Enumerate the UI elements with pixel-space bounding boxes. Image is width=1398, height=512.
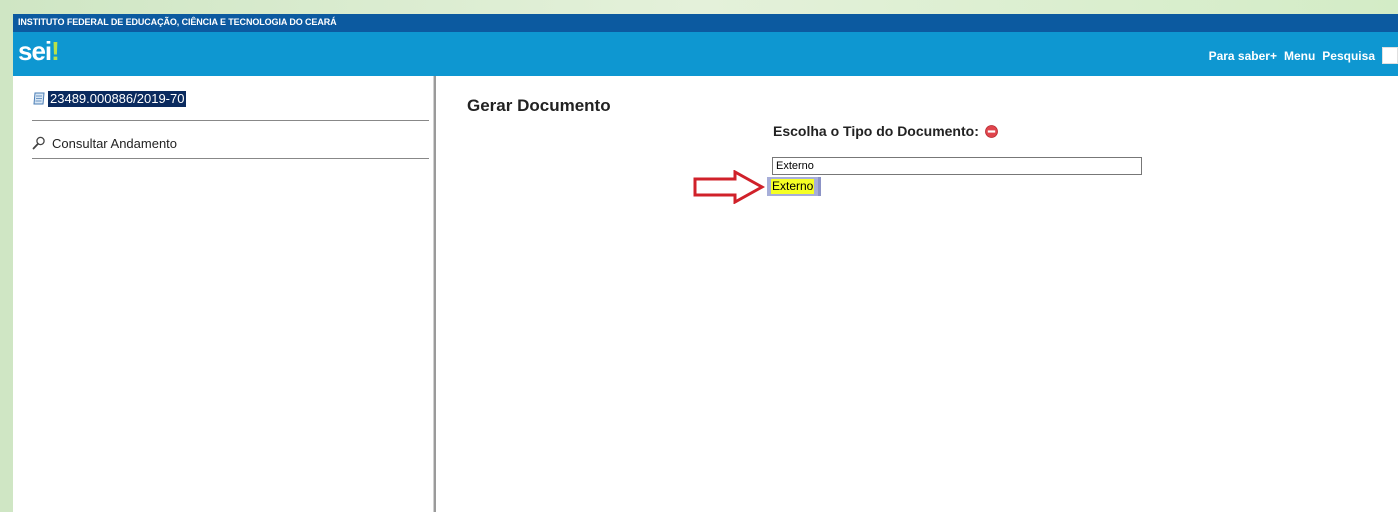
process-tree: 23489.000886/2019-70 Consultar Andamento [13,76,433,512]
main-content: Gerar Documento Escolha o Tipo do Docume… [436,76,1398,512]
pesquisa-link[interactable]: Pesquisa [1322,49,1375,63]
menu-link[interactable]: Menu [1284,49,1315,63]
consult-row[interactable]: Consultar Andamento [32,122,429,159]
document-icon [32,92,46,106]
doc-type-input[interactable] [772,157,1142,175]
autocomplete-suggestion[interactable]: Externo [767,177,822,196]
magnifier-icon [32,136,46,150]
doc-type-label: Escolha o Tipo do Documento: [773,123,998,139]
sei-logo[interactable]: sei! [18,36,60,66]
header-nav: Para saber+ Menu Pesquisa [1209,47,1398,64]
logo-text: sei [18,36,52,66]
process-number-link[interactable]: 23489.000886/2019-70 [48,90,187,107]
suggestion-text: Externo [771,179,815,194]
sei-page: INSTITUTO FEDERAL DE EDUCAÇÃO, CIÊNCIA E… [13,14,1398,512]
logo-mark: ! [51,36,60,66]
process-row[interactable]: 23489.000886/2019-70 [32,88,429,121]
institution-name: INSTITUTO FEDERAL DE EDUCAÇÃO, CIÊNCIA E… [18,17,337,27]
page-title: Gerar Documento [467,96,611,115]
institution-bar: INSTITUTO FEDERAL DE EDUCAÇÃO, CIÊNCIA E… [13,14,1398,32]
doc-type-label-text: Escolha o Tipo do Documento: [773,123,979,139]
annotation-arrow-icon [693,170,765,204]
app-header: sei! Para saber+ Menu Pesquisa [13,32,1398,76]
para-saber-link[interactable]: Para saber+ [1209,49,1277,63]
search-input[interactable] [1382,47,1398,64]
consult-andamento-link[interactable]: Consultar Andamento [52,136,177,151]
minus-circle-icon[interactable] [984,124,998,138]
